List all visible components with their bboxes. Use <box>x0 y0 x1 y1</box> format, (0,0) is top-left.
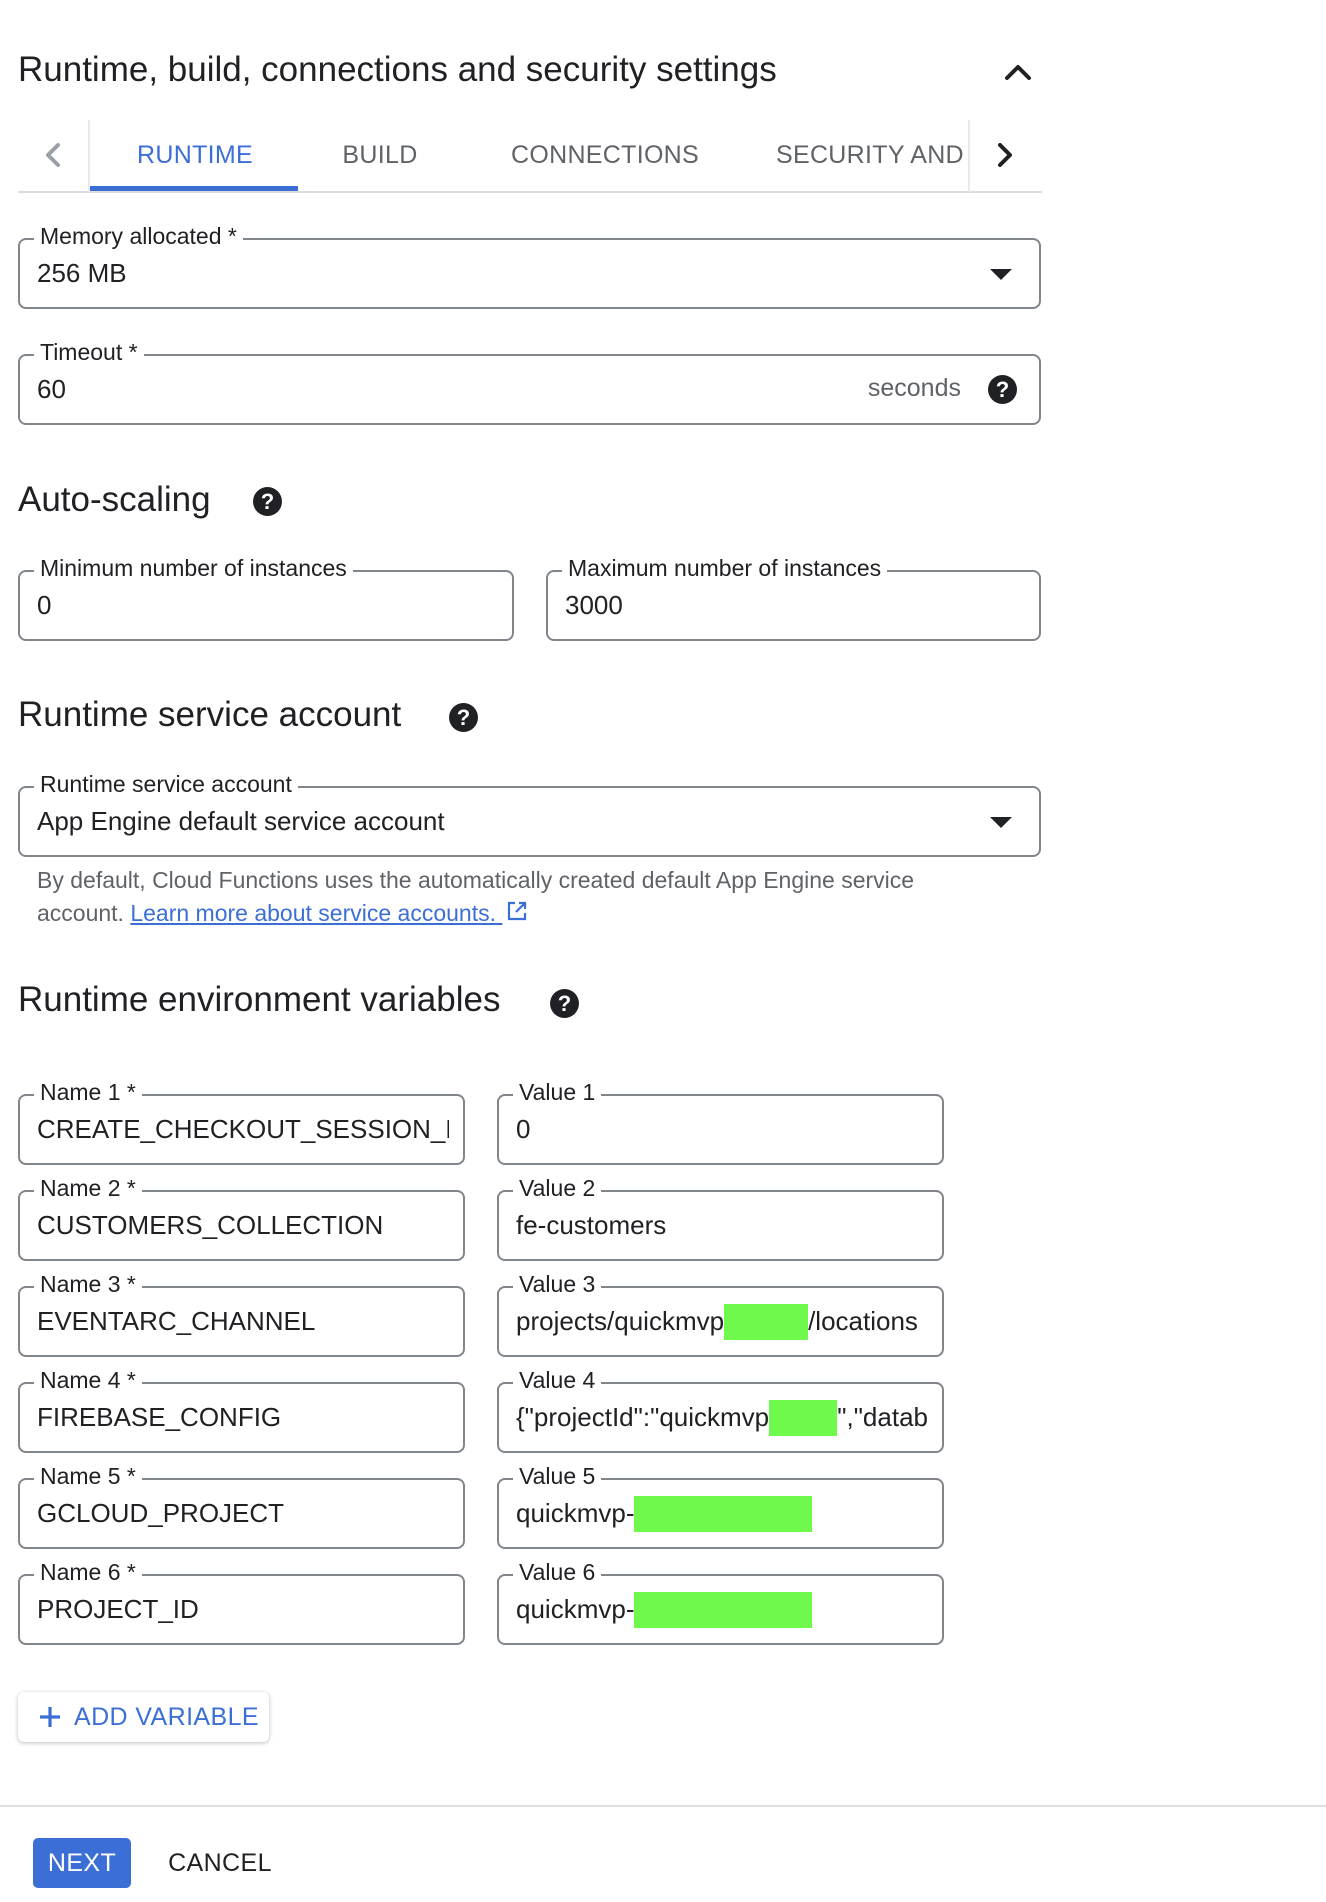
env-name-value: CUSTOMERS_COLLECTION <box>37 1210 384 1240</box>
dropdown-arrow-icon <box>990 816 1012 828</box>
timeout-field[interactable]: Timeout * 60 seconds ? <box>18 339 1041 425</box>
env-value-field[interactable]: Value 1 0 <box>497 1079 944 1165</box>
cancel-label: CANCEL <box>168 1848 272 1877</box>
env-vars-help-icon[interactable]: ? <box>550 989 579 1018</box>
env-name-field[interactable]: Name 4 * FIREBASE_CONFIG <box>18 1367 465 1453</box>
chevron-right-icon <box>998 143 1012 167</box>
tab-security[interactable]: SECURITY AND <box>776 120 970 190</box>
tab-connections-label: CONNECTIONS <box>510 140 700 169</box>
redaction-block <box>634 1591 813 1628</box>
env-value-text-after: ","datab <box>837 1402 928 1432</box>
memory-select[interactable]: Memory allocated * 256 MB <box>18 223 1041 309</box>
env-name-value: FIREBASE_CONFIG <box>37 1402 282 1432</box>
max-instances-value: 3000 <box>565 590 623 620</box>
tab-build-label: BUILD <box>342 140 418 169</box>
env-value-field[interactable]: Value 3 projects/quickmvp/locations <box>497 1271 944 1357</box>
next-button[interactable]: NEXT <box>33 1838 131 1888</box>
env-name-field[interactable]: Name 5 * GCLOUD_PROJECT <box>18 1463 465 1549</box>
tab-runtime[interactable]: RUNTIME <box>92 120 298 190</box>
footer-divider <box>0 1805 1326 1807</box>
env-name-value: EVENTARC_CHANNEL <box>37 1306 316 1336</box>
service-account-helper: By default, Cloud Functions uses the aut… <box>37 864 997 931</box>
env-name-field[interactable]: Name 3 * EVENTARC_CHANNEL <box>18 1271 465 1357</box>
redaction-block <box>634 1495 813 1532</box>
service-account-title: Runtime service account <box>18 695 402 734</box>
env-value-text: projects/quickmvp <box>516 1306 725 1336</box>
env-value-value: projects/quickmvp/locations <box>516 1288 928 1355</box>
learn-more-link[interactable]: Learn more about service accounts. <box>130 900 502 926</box>
env-value-text-after: /locations <box>808 1306 918 1336</box>
service-account-value: App Engine default service account <box>37 806 445 836</box>
cancel-button[interactable]: CANCEL <box>152 1838 288 1888</box>
env-name-field[interactable]: Name 1 * CREATE_CHECKOUT_SESSION_MIN <box>18 1079 465 1165</box>
env-value-field[interactable]: Value 2 fe-customers <box>497 1175 944 1261</box>
tab-security-label: SECURITY AND <box>776 140 964 169</box>
learn-more-link-text: Learn more about service accounts. <box>130 900 496 926</box>
memory-value: 256 MB <box>37 258 127 288</box>
service-account-select[interactable]: Runtime service account App Engine defau… <box>18 771 1041 857</box>
max-instances-field[interactable]: Maximum number of instances 3000 <box>546 555 1041 641</box>
add-variable-label: ADD VARIABLE <box>74 1702 259 1731</box>
env-value-value: fe-customers <box>516 1192 926 1259</box>
env-value-value: quickmvp- <box>516 1480 926 1547</box>
env-value-text: quickmvp- <box>516 1594 635 1624</box>
chevron-left-icon <box>46 143 60 167</box>
env-name-field[interactable]: Name 2 * CUSTOMERS_COLLECTION <box>18 1175 465 1261</box>
autoscaling-title: Auto-scaling <box>18 480 211 519</box>
redaction-block <box>769 1399 838 1436</box>
help-icon[interactable]: ? <box>988 375 1017 404</box>
dropdown-arrow-icon <box>990 268 1012 280</box>
env-value-field[interactable]: Value 4 {"projectId":"quickmvp ","datab <box>497 1367 944 1453</box>
env-value-text: {"projectId":"quickmvp <box>516 1402 770 1432</box>
tab-connections[interactable]: CONNECTIONS <box>500 120 710 190</box>
env-value-text: quickmvp- <box>516 1498 635 1528</box>
tabs-next-button[interactable] <box>984 135 1024 175</box>
env-value-field[interactable]: Value 5 quickmvp- <box>497 1463 944 1549</box>
tab-runtime-label: RUNTIME <box>137 140 253 169</box>
min-instances-field[interactable]: Minimum number of instances 0 <box>18 555 514 641</box>
page-title: Runtime, build, connections and security… <box>18 50 777 89</box>
tab-build[interactable]: BUILD <box>320 120 440 190</box>
min-instances-value: 0 <box>37 590 52 620</box>
env-value-text: fe-customers <box>516 1210 667 1240</box>
env-value-value: quickmvp- <box>516 1576 926 1643</box>
env-name-value: CREATE_CHECKOUT_SESSION_MIN <box>37 1114 449 1144</box>
external-link-icon <box>506 898 528 931</box>
plus-icon <box>38 1705 62 1729</box>
env-value-field[interactable]: Value 6 quickmvp- <box>497 1559 944 1645</box>
env-value-text: 0 <box>516 1114 531 1144</box>
tabs-prev-button[interactable] <box>34 135 74 175</box>
timeout-suffix: seconds <box>867 374 961 402</box>
next-label: NEXT <box>47 1848 117 1877</box>
redaction-block <box>724 1303 809 1340</box>
env-name-value: GCLOUD_PROJECT <box>37 1498 285 1528</box>
service-account-help-icon[interactable]: ? <box>449 703 478 732</box>
env-name-value: PROJECT_ID <box>37 1594 199 1624</box>
tab-divider-right <box>968 120 970 192</box>
env-vars-title: Runtime environment variables <box>18 980 501 1019</box>
chevron-up-icon[interactable] <box>998 52 1038 92</box>
env-value-value: 0 <box>516 1096 926 1163</box>
tab-divider-left <box>88 120 90 192</box>
autoscaling-help-icon[interactable]: ? <box>253 487 282 516</box>
tab-active-indicator <box>90 186 298 191</box>
env-name-field[interactable]: Name 6 * PROJECT_ID <box>18 1559 465 1645</box>
tab-bar-divider <box>18 191 1042 193</box>
add-variable-button[interactable]: ADD VARIABLE <box>18 1692 269 1742</box>
env-value-value: {"projectId":"quickmvp ","datab <box>516 1384 928 1451</box>
